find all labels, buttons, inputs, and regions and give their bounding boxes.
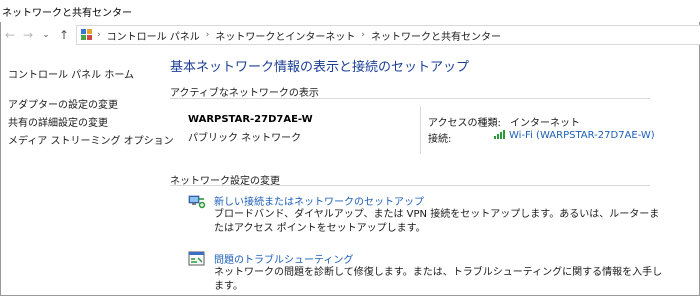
page-title: 基本ネットワーク情報の表示と接続のセットアップ — [170, 60, 470, 75]
window-title: ネットワークと共有センター — [2, 8, 132, 19]
sidebar-item-media-streaming[interactable]: メディア ストリーミング オプション — [8, 132, 174, 147]
network-info-divider — [420, 106, 421, 154]
address-bar[interactable]: › コントロール パネル › ネットワークとインターネット › ネットワークと共… — [76, 25, 700, 45]
troubleshoot-description: ネットワークの問題を診断して修復します。または、トラブルシューティングに関する情… — [214, 267, 663, 292]
sidebar: コントロール パネル ホーム アダプターの設定の変更 共有の詳細設定の変更 メデ… — [0, 50, 174, 296]
network-name: WARPSTAR-27D7AE-W — [188, 114, 313, 125]
active-networks-divider — [170, 98, 650, 99]
title-bar: ネットワークと共有センター — [0, 0, 700, 22]
navigation-bar: ← → ⌄ ↑ › コントロール パネル › ネットワークとインターネット › … — [0, 24, 700, 46]
main-content: 基本ネットワーク情報の表示と接続のセットアップ アクティブなネットワークの表示 … — [170, 50, 700, 296]
breadcrumb-network-internet[interactable]: ネットワークとインターネット — [211, 28, 359, 43]
connection-label: 接続: — [428, 134, 452, 145]
breadcrumb-separator: › — [97, 30, 101, 40]
up-icon[interactable]: ↑ — [56, 27, 72, 43]
breadcrumb-control-panel[interactable]: コントロール パネル — [103, 28, 204, 43]
sidebar-item-advanced-sharing[interactable]: 共有の詳細設定の変更 — [8, 114, 108, 129]
new-connection-link[interactable]: 新しい接続またはネットワークのセットアップ — [214, 193, 424, 208]
sidebar-item-control-panel-home[interactable]: コントロール パネル ホーム — [8, 66, 134, 81]
troubleshoot-icon — [188, 251, 205, 266]
forward-icon[interactable]: → — [20, 27, 36, 43]
control-panel-icon — [81, 29, 93, 41]
new-connection-icon — [188, 195, 206, 209]
active-networks-label: アクティブなネットワークの表示 — [170, 88, 319, 99]
connection-value: Wi-Fi (WARPSTAR-27D7AE-W) — [509, 130, 655, 141]
sidebar-item-adapter-settings[interactable]: アダプターの設定の変更 — [8, 96, 118, 111]
breadcrumb-network-sharing-center[interactable]: ネットワークと共有センター — [367, 28, 505, 43]
breadcrumb-separator: › — [361, 30, 366, 40]
wifi-signal-icon — [494, 130, 506, 139]
recent-locations-icon[interactable]: ⌄ — [38, 27, 54, 43]
breadcrumb-separator: › — [205, 30, 210, 40]
connection-link[interactable]: Wi-Fi (WARPSTAR-27D7AE-W) — [494, 130, 655, 141]
back-icon[interactable]: ← — [2, 27, 18, 43]
network-type[interactable]: パブリック ネットワーク — [188, 129, 301, 144]
access-type-value: インターネット — [510, 118, 580, 129]
change-settings-divider — [170, 185, 650, 186]
new-connection-description: ブロードバンド、ダイヤルアップ、または VPN 接続をセットアップします。あるい… — [214, 209, 660, 234]
troubleshoot-link[interactable]: 問題のトラブルシューティング — [214, 251, 353, 266]
access-type-label: アクセスの種類: — [428, 118, 501, 129]
